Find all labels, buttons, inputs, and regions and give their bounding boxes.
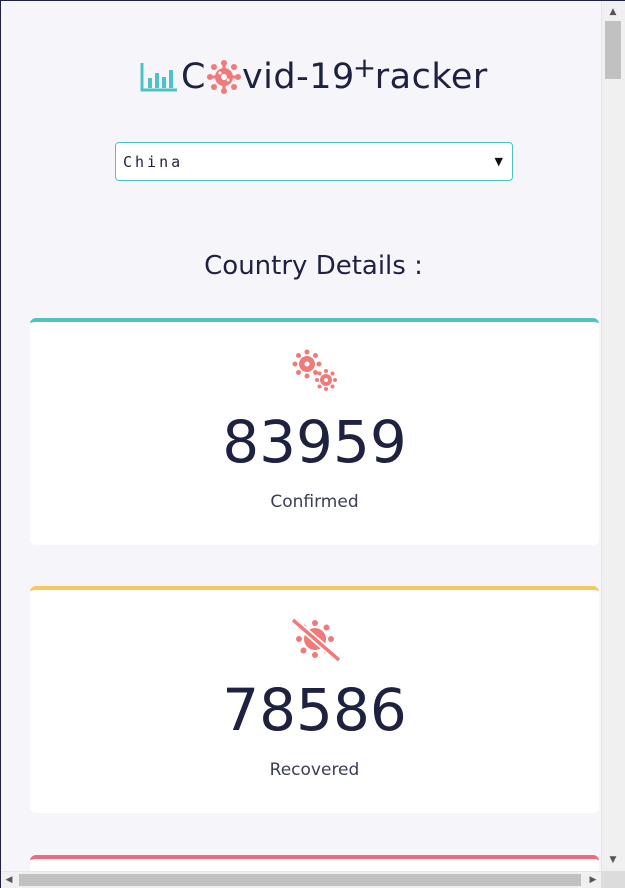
recovered-label: Recovered — [269, 760, 360, 780]
section-title: Country Details : — [204, 251, 423, 281]
virus-cluster-icon — [292, 349, 337, 391]
scroll-right-icon[interactable]: ▶ — [585, 872, 601, 888]
scrollbar-corner — [601, 871, 625, 888]
virus-icon — [206, 60, 241, 94]
confirmed-card: 83959 Confirmed — [30, 318, 599, 545]
chevron-down-icon: ▼ — [494, 155, 503, 168]
logo-text-tail: racker — [374, 56, 488, 97]
logo-text-middle: vid-19 — [241, 56, 355, 97]
scroll-down-icon[interactable]: ▼ — [602, 851, 624, 869]
scroll-up-icon[interactable]: ▲ — [602, 3, 624, 21]
country-select-value: China — [123, 152, 184, 171]
deaths-card — [30, 855, 599, 871]
horizontal-scrollbar[interactable]: ◀ ▶ — [1, 871, 601, 888]
confirmed-count: 83959 — [222, 408, 407, 476]
logo-letter-c: C — [181, 56, 206, 97]
confirmed-label: Confirmed — [270, 492, 359, 512]
bar-chart-icon — [140, 63, 177, 92]
logo-plus: + — [352, 51, 377, 84]
recovered-count: 78586 — [222, 676, 407, 744]
page-viewport: C vid-19 + racker China ▼ Country Detail… — [1, 1, 601, 871]
app-title: C vid-19 + racker — [181, 54, 488, 97]
app-logo: C vid-19 + racker — [139, 54, 488, 99]
scroll-left-icon[interactable]: ◀ — [1, 872, 17, 888]
vertical-scrollbar[interactable]: ▲ ▼ — [601, 1, 625, 871]
vertical-scroll-thumb[interactable] — [605, 21, 621, 79]
horizontal-scroll-thumb[interactable] — [19, 874, 581, 886]
virus-crossed-icon — [290, 617, 341, 662]
country-select[interactable]: China ▼ — [115, 142, 513, 181]
recovered-card: 78586 Recovered — [30, 586, 599, 813]
